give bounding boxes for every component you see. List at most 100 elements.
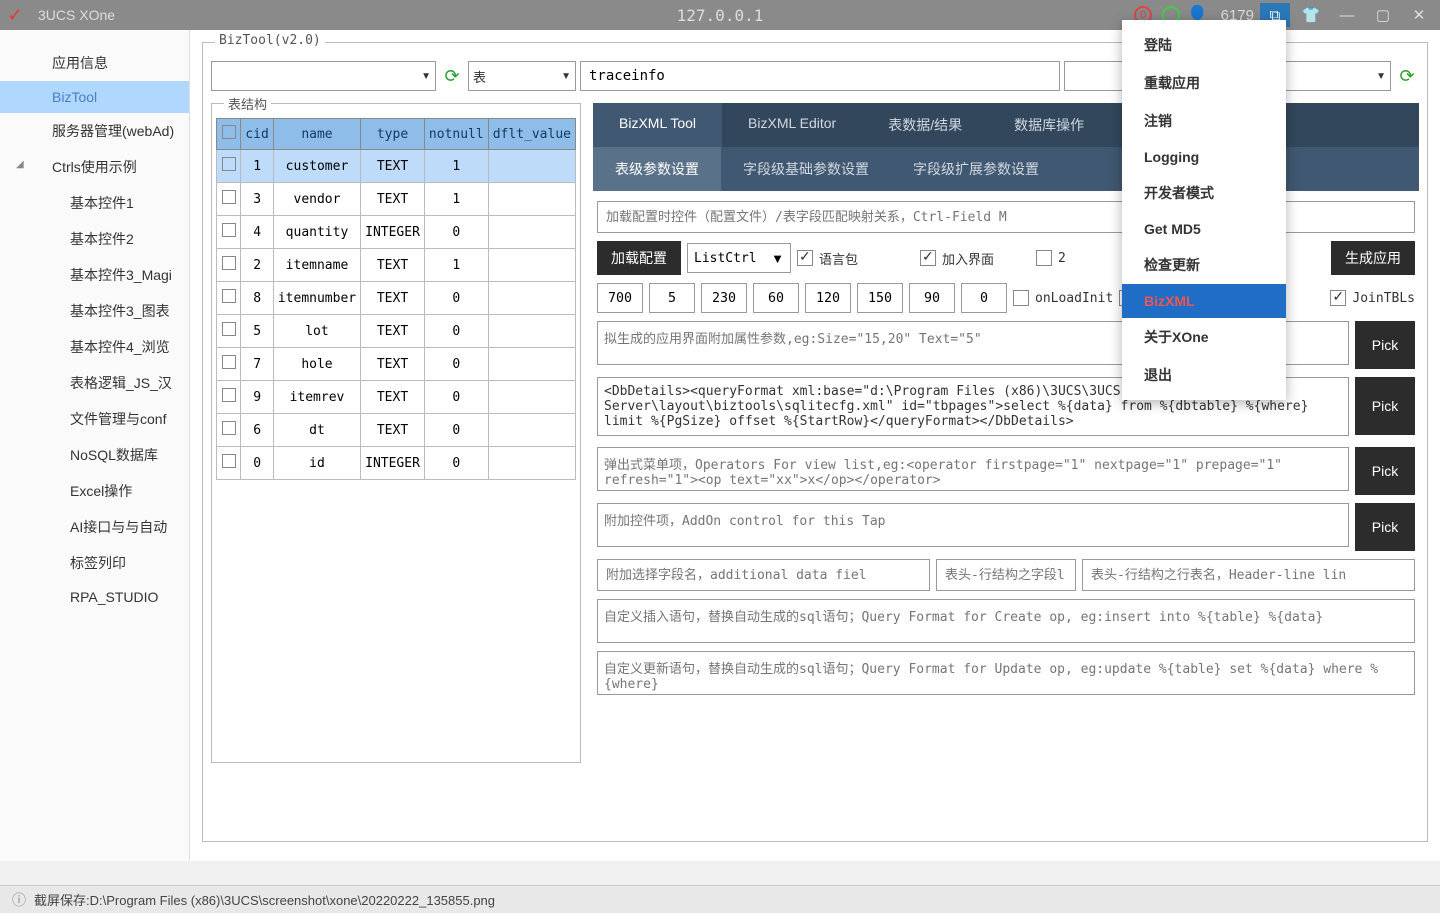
table-row[interactable]: 6dtTEXT0 <box>217 414 576 447</box>
menu-item-1[interactable]: 重载应用 <box>1122 64 1286 102</box>
menu-item-7[interactable]: BizXML <box>1122 284 1286 318</box>
sidebar-item-appinfo[interactable]: 应用信息 <box>0 45 189 81</box>
pick-button-3[interactable]: Pick <box>1355 447 1415 495</box>
refresh-icon-2[interactable]: ⟳ <box>1395 64 1419 88</box>
minimize-button[interactable]: — <box>1332 3 1362 27</box>
num-input[interactable] <box>701 283 747 313</box>
row-checkbox[interactable] <box>222 454 236 468</box>
maximize-button[interactable]: ▢ <box>1368 3 1398 27</box>
menu-item-0[interactable]: 登陆 <box>1122 26 1286 64</box>
sidebar-item-biztool[interactable]: BizTool <box>0 81 189 113</box>
row-checkbox[interactable] <box>222 256 236 270</box>
pick-button-4[interactable]: Pick <box>1355 503 1415 551</box>
combo-table[interactable]: 表▼ <box>468 61 576 91</box>
menu-item-2[interactable]: 注销 <box>1122 102 1286 140</box>
menu-item-3[interactable]: Logging <box>1122 140 1286 174</box>
row-checkbox[interactable] <box>222 355 236 369</box>
chevron-down-icon: ▼ <box>561 71 571 82</box>
tab-bizxml-tool[interactable]: BizXML Tool <box>593 103 722 147</box>
tab-bizxml-editor[interactable]: BizXML Editor <box>722 103 862 147</box>
operators-input[interactable] <box>597 447 1349 491</box>
row-checkbox[interactable] <box>222 190 236 204</box>
load-config-button[interactable]: 加载配置 <box>597 241 681 275</box>
sidebar-item-basic3magi[interactable]: 基本控件3_Magi <box>0 257 189 293</box>
menu-item-4[interactable]: 开发者模式 <box>1122 174 1286 212</box>
context-menu: 登陆重载应用注销Logging开发者模式Get MD5检查更新BizXML关于X… <box>1122 20 1286 400</box>
table-struct-fieldset: 表结构 cid name type notnull dflt_value 1cu… <box>211 103 581 763</box>
row-checkbox[interactable] <box>222 289 236 303</box>
joinui-checkbox[interactable] <box>920 250 936 266</box>
header-field-input[interactable] <box>936 559 1076 591</box>
table-struct-title: 表结构 <box>224 94 271 113</box>
num-input[interactable] <box>597 283 643 313</box>
num-input[interactable] <box>753 283 799 313</box>
sidebar-item-nosql[interactable]: NoSQL数据库 <box>0 437 189 473</box>
subtab-table-params[interactable]: 表级参数设置 <box>593 147 721 191</box>
table-row[interactable]: 0idINTEGER0 <box>217 447 576 480</box>
header-checkbox[interactable] <box>222 125 236 139</box>
chevron-down-icon: ▼ <box>1376 71 1386 82</box>
addon-input[interactable] <box>597 503 1349 547</box>
insert-sql-input[interactable] <box>597 599 1415 643</box>
num-input[interactable] <box>961 283 1007 313</box>
menu-item-5[interactable]: Get MD5 <box>1122 212 1286 246</box>
onload-checkbox[interactable] <box>1013 290 1029 306</box>
additional-fields-input[interactable] <box>597 559 930 591</box>
close-button[interactable]: ✕ <box>1404 3 1434 27</box>
listctrl-combo[interactable]: ListCtrl▼ <box>687 243 791 273</box>
main-tabs: BizXML Tool BizXML Editor 表数据/结果 数据库操作 <box>593 103 1419 147</box>
row-checkbox[interactable] <box>222 322 236 336</box>
row-checkbox[interactable] <box>222 223 236 237</box>
subtab-field-basic[interactable]: 字段级基础参数设置 <box>721 147 891 191</box>
sidebar-item-webadmin[interactable]: 服务器管理(webAd) <box>0 113 189 149</box>
table-row[interactable]: 3vendorTEXT1 <box>217 183 576 216</box>
update-sql-input[interactable] <box>597 651 1415 695</box>
combo-1[interactable]: ▼ <box>211 61 436 91</box>
table-row[interactable]: 8itemnumberTEXT0 <box>217 282 576 315</box>
subtab-field-ext[interactable]: 字段级扩展参数设置 <box>891 147 1061 191</box>
table-row[interactable]: 5lotTEXT0 <box>217 315 576 348</box>
pick-button-2[interactable]: Pick <box>1355 377 1415 435</box>
menu-item-6[interactable]: 检查更新 <box>1122 246 1286 284</box>
menu-item-8[interactable]: 关于XOne <box>1122 318 1286 356</box>
sidebar-item-excel[interactable]: Excel操作 <box>0 473 189 509</box>
lang-checkbox[interactable] <box>797 250 813 266</box>
sidebar-item-tablelogic[interactable]: 表格逻辑_JS_汉 <box>0 365 189 401</box>
table-row[interactable]: 7holeTEXT0 <box>217 348 576 381</box>
sidebar-item-basic3chart[interactable]: 基本控件3_图表 <box>0 293 189 329</box>
row-checkbox[interactable] <box>222 421 236 435</box>
row-checkbox[interactable] <box>222 388 236 402</box>
table-row[interactable]: 4quantityINTEGER0 <box>217 216 576 249</box>
jointbls-checkbox[interactable] <box>1330 290 1346 306</box>
num-input[interactable] <box>649 283 695 313</box>
num2-checkbox[interactable] <box>1036 250 1052 266</box>
num-input[interactable] <box>909 283 955 313</box>
row-checkbox[interactable] <box>222 157 236 171</box>
num-input[interactable] <box>857 283 903 313</box>
sidebar-item-filemgmt[interactable]: 文件管理与conf <box>0 401 189 437</box>
sidebar-item-ai[interactable]: AI接口与与自动 <box>0 509 189 545</box>
header-line-input[interactable] <box>1082 559 1415 591</box>
traceinfo-input[interactable] <box>580 61 1060 91</box>
tab-data-result[interactable]: 表数据/结果 <box>862 103 988 147</box>
table-row[interactable]: 2itemnameTEXT1 <box>217 249 576 282</box>
sidebar-item-basic4browse[interactable]: 基本控件4_浏览 <box>0 329 189 365</box>
app-title: 3UCS XOne <box>30 7 115 23</box>
tab-db-ops[interactable]: 数据库操作 <box>988 103 1110 147</box>
chevron-down-icon: ◢ <box>16 159 24 170</box>
num-input[interactable] <box>805 283 851 313</box>
generate-app-button[interactable]: 生成应用 <box>1331 241 1415 275</box>
refresh-icon[interactable]: ⟳ <box>440 64 464 88</box>
sidebar-item-basic2[interactable]: 基本控件2 <box>0 221 189 257</box>
mapping-input[interactable] <box>597 201 1139 233</box>
table-row[interactable]: 9itemrevTEXT0 <box>217 381 576 414</box>
sidebar-item-ctrls[interactable]: ◢Ctrls使用示例 <box>0 149 189 185</box>
sidebar-item-label[interactable]: 标签列印 <box>0 545 189 581</box>
menu-item-9[interactable]: 退出 <box>1122 356 1286 394</box>
table-row[interactable]: 1customerTEXT1 <box>217 150 576 183</box>
settings-button[interactable]: 👕 <box>1296 3 1326 27</box>
pick-button-1[interactable]: Pick <box>1355 321 1415 369</box>
schema-table: cid name type notnull dflt_value 1custom… <box>216 118 576 480</box>
sidebar-item-rpa[interactable]: RPA_STUDIO <box>0 581 189 613</box>
sidebar-item-basic1[interactable]: 基本控件1 <box>0 185 189 221</box>
